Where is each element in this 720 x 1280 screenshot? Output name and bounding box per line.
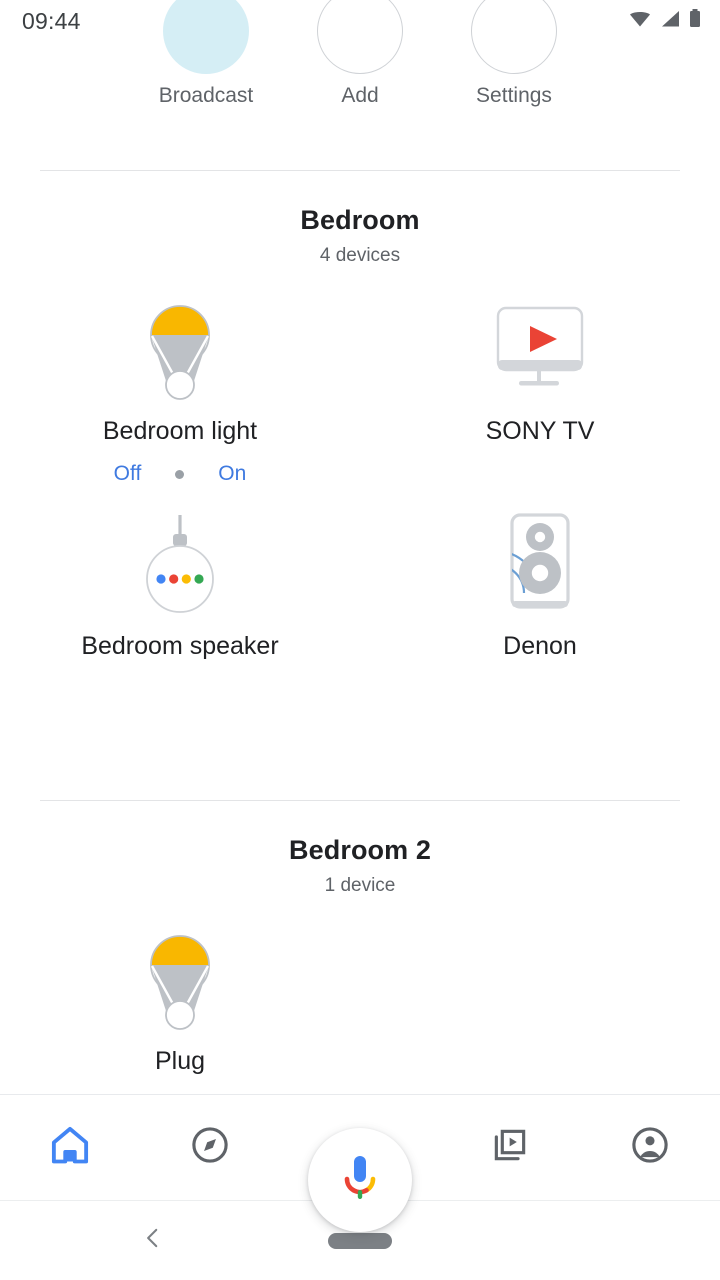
device-grid-empty-cell bbox=[360, 923, 720, 1076]
settings-chip-icon bbox=[471, 0, 557, 74]
device-grid: Bedroom light Off On SONY TV Bedroom spe… bbox=[0, 293, 720, 661]
media-library-icon bbox=[489, 1124, 531, 1171]
light-power-controls: Off On bbox=[114, 462, 247, 486]
room-title: Bedroom bbox=[300, 205, 420, 235]
google-assistant-mic-icon bbox=[337, 1152, 383, 1209]
assistant-fab-button[interactable] bbox=[308, 1128, 412, 1232]
nav-item-account[interactable] bbox=[580, 1095, 720, 1200]
room-device-count: 4 devices bbox=[319, 245, 401, 266]
room-device-count: 1 device bbox=[324, 875, 396, 896]
device-tile-plug[interactable]: Plug bbox=[0, 923, 360, 1076]
room-bedroom-2: Bedroom 2 1 device Plug bbox=[0, 801, 720, 1076]
google-home-speaker-icon bbox=[130, 508, 230, 618]
compass-icon bbox=[189, 1124, 231, 1171]
room-bedroom-2-section: Bedroom 2 1 device Plug bbox=[0, 800, 720, 1076]
device-name: Bedroom speaker bbox=[81, 632, 279, 660]
top-action-chips: Broadcast Add Settings bbox=[0, 0, 720, 160]
device-name: Bedroom light bbox=[102, 417, 258, 445]
add-chip-icon bbox=[317, 0, 403, 74]
light-bulb-icon bbox=[130, 293, 230, 403]
light-off-button[interactable]: Off bbox=[114, 462, 142, 486]
room-bedroom: Bedroom 4 devices Bedroom light Off On S… bbox=[0, 171, 720, 661]
home-pill-icon[interactable] bbox=[328, 1232, 392, 1249]
nav-item-explore[interactable] bbox=[140, 1095, 280, 1200]
device-name: Denon bbox=[503, 632, 577, 660]
google-home-app-screen: 09:44 Broadcast Add Settings Bedroom 4 d… bbox=[0, 0, 720, 1280]
device-tile-denon[interactable]: Denon bbox=[360, 508, 720, 661]
room-title: Bedroom 2 bbox=[289, 835, 431, 865]
device-grid: Plug bbox=[0, 923, 720, 1076]
settings-chip-label: Settings bbox=[476, 84, 552, 107]
light-bulb-icon bbox=[130, 923, 230, 1033]
stereo-speaker-icon bbox=[490, 508, 590, 618]
broadcast-chip-label: Broadcast bbox=[158, 84, 254, 107]
broadcast-chip[interactable]: Broadcast bbox=[129, 0, 283, 108]
control-separator-dot bbox=[175, 469, 185, 479]
device-name: SONY TV bbox=[485, 417, 595, 445]
home-icon bbox=[48, 1123, 92, 1172]
nav-item-home[interactable] bbox=[0, 1095, 140, 1200]
tv-icon bbox=[485, 293, 595, 403]
add-chip[interactable]: Add bbox=[283, 0, 437, 108]
broadcast-chip-icon bbox=[163, 0, 249, 74]
device-tile-bedroom-speaker[interactable]: Bedroom speaker bbox=[0, 508, 360, 661]
back-chevron-icon[interactable] bbox=[140, 1225, 166, 1256]
room-bedroom-section: Bedroom 4 devices Bedroom light Off On S… bbox=[0, 170, 720, 661]
light-on-button[interactable]: On bbox=[218, 462, 246, 486]
device-name: Plug bbox=[154, 1047, 206, 1075]
device-tile-bedroom-light[interactable]: Bedroom light Off On bbox=[0, 293, 360, 486]
device-tile-sony-tv[interactable]: SONY TV bbox=[360, 293, 720, 486]
add-chip-label: Add bbox=[341, 84, 379, 107]
settings-chip[interactable]: Settings bbox=[437, 0, 591, 108]
nav-item-media[interactable] bbox=[440, 1095, 580, 1200]
account-circle-icon bbox=[629, 1124, 671, 1171]
